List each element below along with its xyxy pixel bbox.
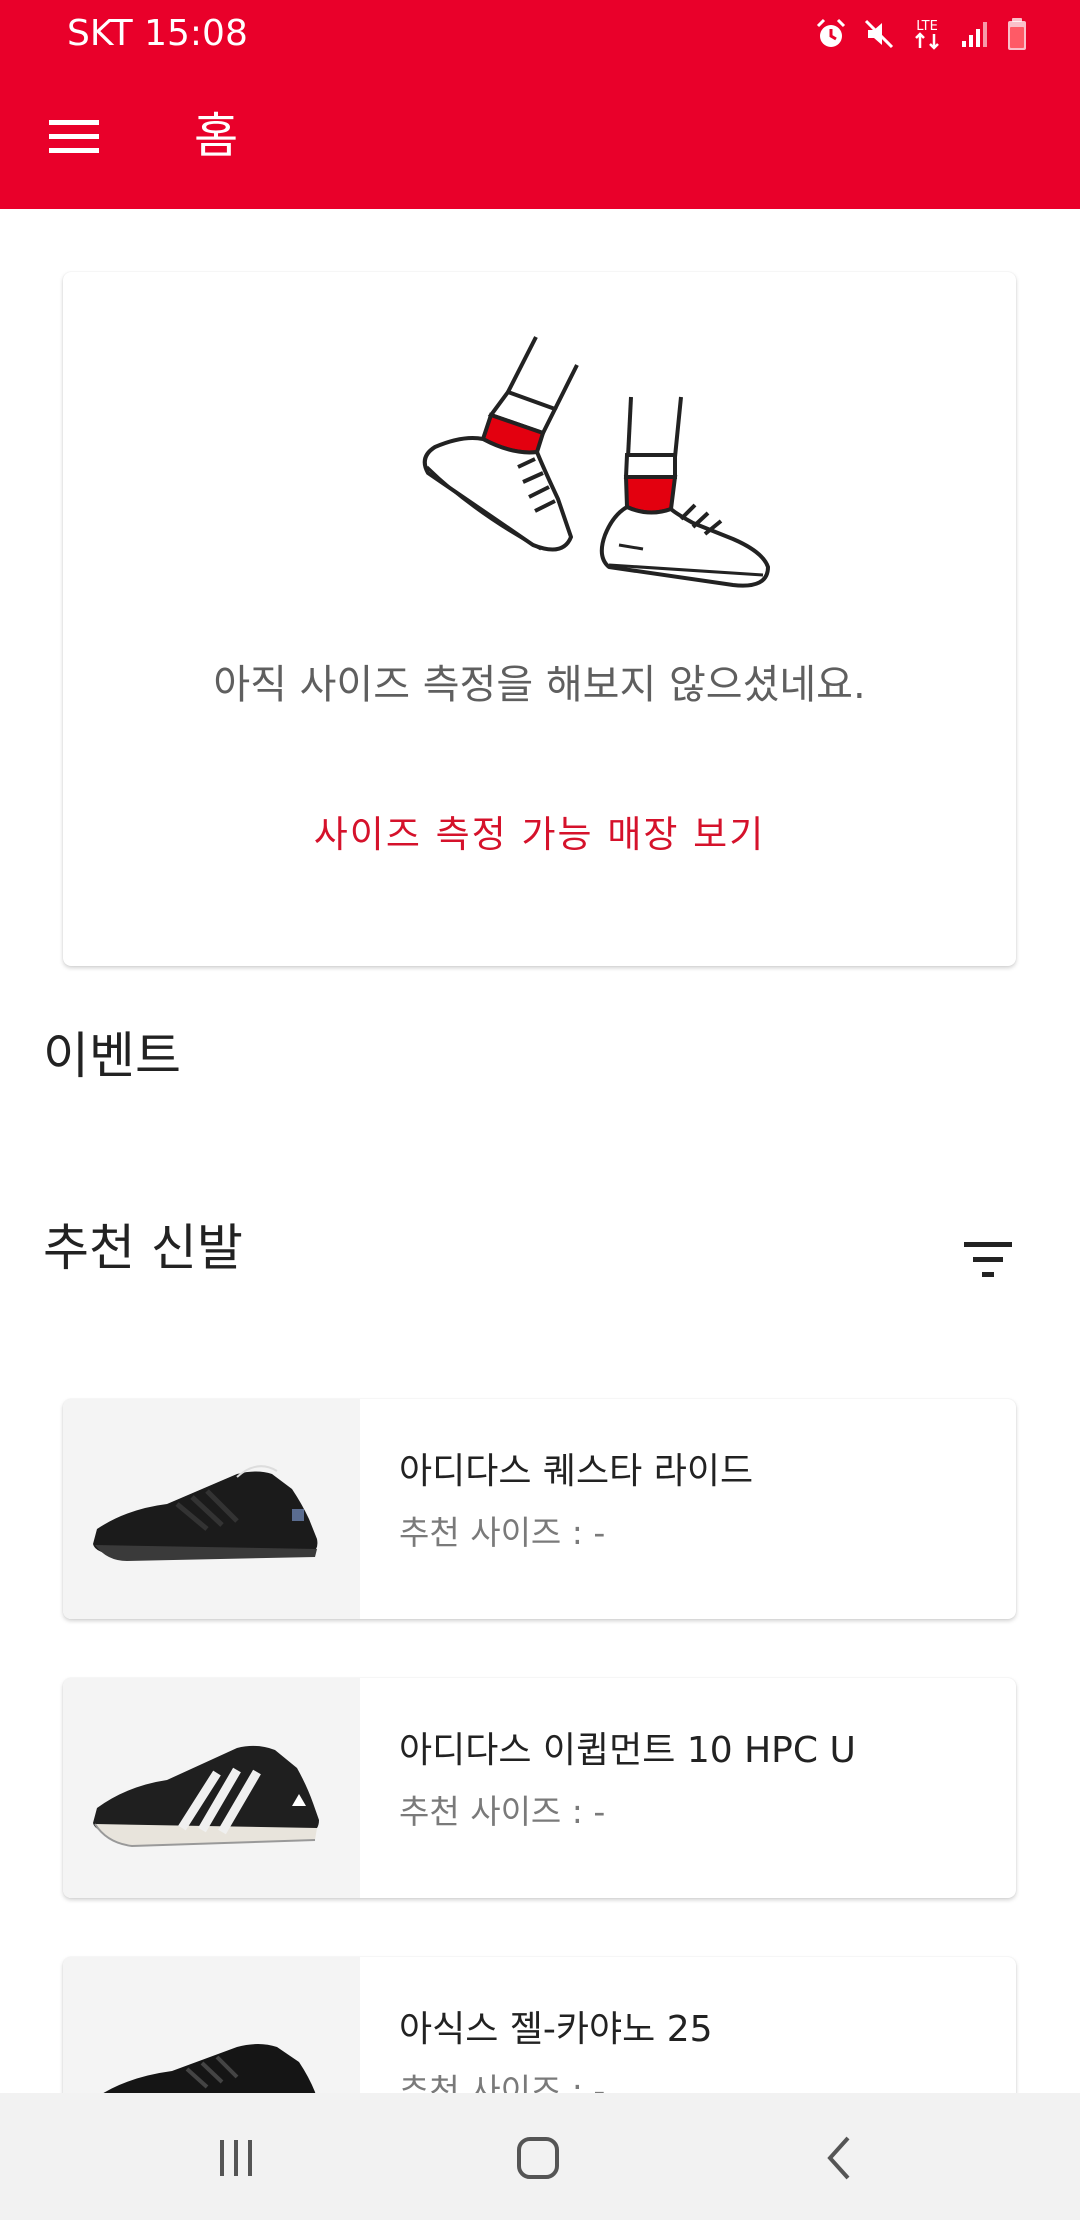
- recommended-heading: 추천 신발: [43, 1219, 243, 1277]
- system-nav-bar: [0, 2093, 1080, 2220]
- size-measurement-card: 아직 사이즈 측정을 해보지 않으셨네요. 사이즈 측정 가능 매장 보기: [63, 272, 1016, 966]
- home-icon: [517, 2137, 559, 2179]
- recent-apps-button[interactable]: [201, 2123, 271, 2193]
- alarm-icon: [816, 18, 846, 47]
- home-button[interactable]: [503, 2123, 573, 2193]
- battery-icon: [1008, 18, 1026, 50]
- app-bar: SKT 15:08 LTE 홈: [0, 0, 1080, 209]
- page-title: 홈: [194, 108, 239, 164]
- events-heading: 이벤트: [43, 1027, 181, 1085]
- shoe-name: 아디다스 퀘스타 라이드: [399, 1451, 754, 1492]
- status-time: SKT 15:08: [67, 13, 248, 54]
- size-message: 아직 사이즈 측정을 해보지 않으셨네요.: [213, 662, 866, 708]
- back-button[interactable]: [805, 2123, 875, 2193]
- hamburger-menu-icon: [49, 120, 99, 153]
- back-icon: [827, 2136, 850, 2180]
- shoe-image: [93, 1465, 318, 1561]
- shoe-card[interactable]: 아디다스 이큅먼트 10 HPC U 추천 사이즈 : -: [63, 1678, 1016, 1898]
- shoe-thumbnail: [63, 1399, 360, 1619]
- recommended-size: 추천 사이즈 : -: [399, 1792, 606, 1831]
- menu-button[interactable]: [44, 110, 104, 162]
- shoe-name: 아디다스 이큅먼트 10 HPC U: [399, 1730, 856, 1771]
- signal-icon: [962, 22, 987, 47]
- lte-icon: LTE: [915, 19, 939, 50]
- filter-icon: [964, 1242, 1012, 1277]
- filter-button[interactable]: [962, 1240, 1022, 1292]
- status-icons: LTE: [814, 12, 1028, 56]
- shoe-image: [93, 1745, 319, 1848]
- shoe-name: 아식스 젤-카야노 25: [399, 2009, 713, 2050]
- shoe-card[interactable]: 아디다스 퀘스타 라이드 추천 사이즈 : -: [63, 1399, 1016, 1619]
- mute-icon: [864, 19, 894, 49]
- svg-text:LTE: LTE: [916, 19, 938, 34]
- recent-apps-icon: [220, 2140, 252, 2176]
- size-store-link[interactable]: 사이즈 측정 가능 매장 보기: [63, 810, 1016, 860]
- sneakers-illustration: [422, 336, 770, 588]
- shoe-thumbnail: [63, 1678, 360, 1898]
- recommended-size: 추천 사이즈 : -: [399, 1513, 606, 1552]
